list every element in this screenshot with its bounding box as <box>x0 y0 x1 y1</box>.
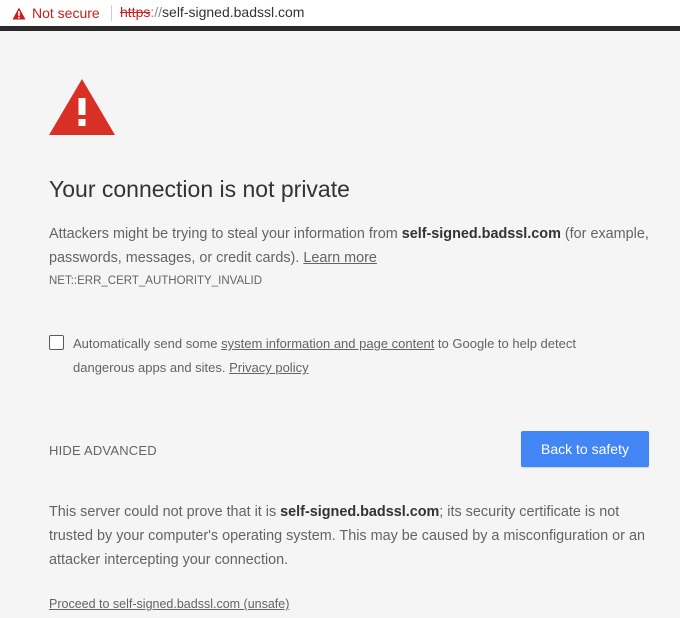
intro-text: Attackers might be trying to steal your … <box>49 226 402 242</box>
url-text[interactable]: https://self-signed.badssl.com <box>120 4 304 20</box>
optin-text: Automatically send some system informati… <box>73 332 633 380</box>
intro-host: self-signed.badssl.com <box>401 226 561 242</box>
url-scheme: https <box>120 4 151 20</box>
details-text: This server could not prove that it is <box>49 504 281 520</box>
url-separator: :// <box>150 4 163 20</box>
warning-icon <box>48 78 116 141</box>
security-label: Not secure <box>32 5 100 21</box>
address-bar[interactable]: Not secure https://self-signed.badssl.co… <box>0 0 680 31</box>
optin-text-before: Automatically send some <box>73 336 222 351</box>
security-chip[interactable]: Not secure <box>12 3 100 23</box>
url-host: self-signed.badssl.com <box>162 4 305 20</box>
warning-triangle-icon <box>12 7 26 20</box>
back-to-safety-button[interactable]: Back to safety <box>521 431 649 467</box>
proceed-unsafe-link[interactable]: Proceed to self-signed.badssl.com (unsaf… <box>49 597 289 611</box>
intro-paragraph: Attackers might be trying to steal your … <box>49 222 649 270</box>
page-title: Your connection is not private <box>49 176 350 202</box>
system-info-link[interactable]: system information and page content <box>221 336 434 351</box>
learn-more-link[interactable]: Learn more <box>303 250 377 266</box>
details-paragraph: This server could not prove that it is s… <box>49 500 649 572</box>
hide-advanced-button[interactable]: HIDE ADVANCED <box>49 443 157 458</box>
privacy-policy-link[interactable]: Privacy policy <box>229 360 308 375</box>
error-code: NET::ERR_CERT_AUTHORITY_INVALID <box>49 275 263 287</box>
address-divider <box>111 5 112 21</box>
send-info-checkbox[interactable] <box>49 335 64 350</box>
details-host: self-signed.badssl.com <box>280 504 440 520</box>
